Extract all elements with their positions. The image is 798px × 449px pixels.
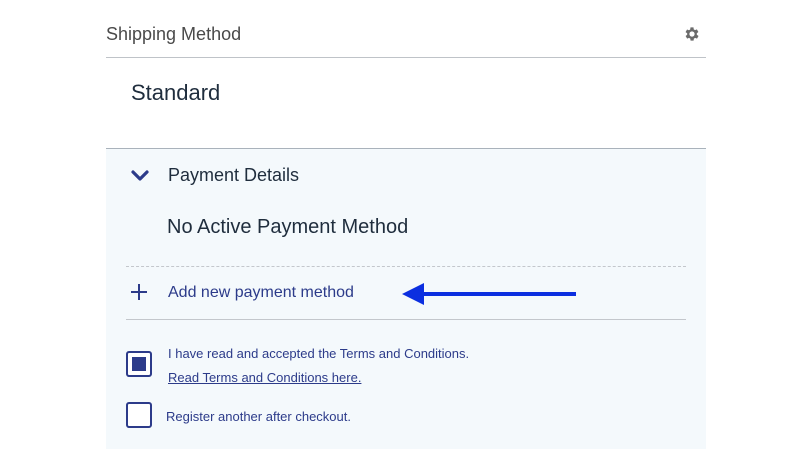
plus-icon — [131, 284, 147, 300]
chevron-down-icon[interactable] — [130, 169, 150, 183]
shipping-method-title: Shipping Method — [106, 24, 242, 44]
register-another-checkbox[interactable] — [126, 402, 152, 428]
payment-details-panel: Payment Details No Active Payment Method… — [106, 148, 706, 449]
shipping-method-value: Standard — [131, 80, 221, 105]
divider — [126, 266, 686, 267]
terms-link[interactable]: Read Terms and Conditions here. — [168, 370, 361, 385]
terms-accept-label: I have read and accepted the Terms and C… — [168, 346, 470, 361]
terms-checkbox[interactable] — [126, 351, 152, 377]
payment-details-title[interactable]: Payment Details — [168, 165, 299, 186]
gear-icon[interactable] — [683, 25, 701, 43]
shipping-method-header: Shipping Method — [106, 0, 706, 58]
divider — [126, 319, 686, 320]
annotation-arrow-icon — [402, 283, 576, 305]
payment-method-status: No Active Payment Method — [167, 216, 409, 238]
add-payment-method-label[interactable]: Add new payment method — [168, 284, 354, 302]
register-another-label: Register another after checkout. — [166, 409, 351, 424]
